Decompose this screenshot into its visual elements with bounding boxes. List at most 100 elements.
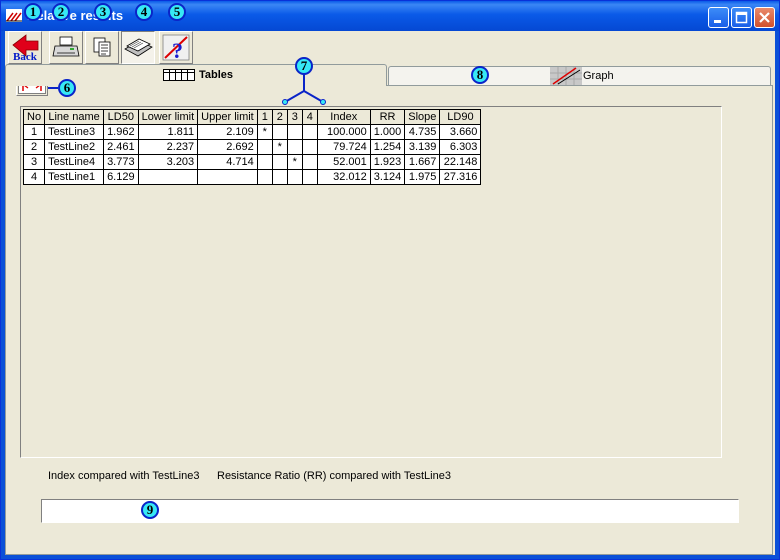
cell-line-name: TestLine2 (44, 139, 105, 155)
cell-group-4 (301, 124, 318, 140)
app-icon (6, 9, 22, 22)
cell-line-name: TestLine3 (44, 124, 105, 140)
cell-lower-limit (137, 169, 199, 185)
cell-rr: 1.254 (369, 139, 406, 155)
cell-line-name: TestLine1 (44, 169, 105, 185)
cell-lower-limit: 1.811 (137, 124, 199, 140)
cell-group-4 (301, 154, 318, 170)
maximize-icon (735, 11, 748, 24)
cell-no: 1 (22, 124, 46, 140)
col-header-rr[interactable]: RR (369, 109, 406, 125)
col-header-upper-limit[interactable]: Upper limit (197, 109, 258, 125)
callout-leader-6 (48, 87, 58, 89)
cell-index: 32.012 (316, 169, 371, 185)
table-row[interactable]: 3 TestLine4 3.773 3.203 4.714 * 52.001 1… (22, 154, 482, 170)
maximize-button[interactable] (731, 7, 752, 28)
cell-ld50: 1.962 (103, 124, 139, 140)
cell-index: 52.001 (316, 154, 371, 170)
col-header-line-name[interactable]: Line name (44, 109, 105, 125)
cell-slope: 1.975 (404, 169, 441, 185)
cell-group-3 (286, 124, 303, 140)
callout-marker: 5 (168, 3, 186, 21)
cell-no: 3 (22, 154, 46, 170)
callout-marker: 3 (94, 3, 112, 21)
callout-marker: 8 (471, 66, 489, 84)
cell-group-1 (256, 139, 273, 155)
col-header-ld50[interactable]: LD50 (103, 109, 139, 125)
tab-graph[interactable]: Graph (388, 66, 771, 86)
svg-text:?: ? (172, 38, 183, 63)
col-header-3[interactable]: 3 (286, 109, 303, 125)
cell-group-3 (286, 139, 303, 155)
cell-ld90: 27.316 (439, 169, 482, 185)
tab-graph-label: Graph (583, 70, 614, 82)
callout-marker: 7 (295, 57, 313, 75)
table-row[interactable]: 1 TestLine3 1.962 1.811 2.109 * 100.000 … (22, 124, 482, 140)
callout-marker: 6 (58, 79, 76, 97)
cell-ld50: 2.461 (103, 139, 139, 155)
minimize-button[interactable] (708, 7, 729, 28)
cell-slope: 3.139 (404, 139, 441, 155)
cell-no: 2 (22, 139, 46, 155)
cell-no: 4 (22, 169, 46, 185)
callout-marker: 9 (141, 501, 159, 519)
tables-panel: No Line name LD50 Lower limit Upper limi… (5, 74, 773, 555)
col-header-index[interactable]: Index (316, 109, 371, 125)
rr-note: Resistance Ratio (RR) compared with Test… (217, 470, 451, 482)
col-header-4[interactable]: 4 (301, 109, 318, 125)
cell-ld90: 22.148 (439, 154, 482, 170)
graph-icon (550, 67, 582, 85)
client-area: Back ? Tables Graph No Line name LD50 Lo… (5, 31, 775, 555)
cell-group-2 (271, 124, 288, 140)
cell-group-3 (286, 169, 303, 185)
save-button[interactable] (121, 31, 155, 64)
callout-leader-7 (282, 74, 326, 105)
index-note: Index compared with TestLine3 (48, 470, 200, 482)
cell-upper-limit (197, 169, 258, 185)
table-icon (163, 69, 195, 81)
cell-index: 100.000 (316, 124, 371, 140)
cell-ld50: 3.773 (103, 154, 139, 170)
cell-group-2: * (271, 139, 288, 155)
cell-line-name: TestLine4 (44, 154, 105, 170)
copy-button[interactable] (85, 31, 119, 64)
cell-lower-limit: 2.237 (137, 139, 199, 155)
col-header-slope[interactable]: Slope (404, 109, 441, 125)
cell-group-1 (256, 154, 273, 170)
callout-marker: 1 (24, 3, 42, 21)
app-window: Relative results Back ? Tables Graph No … (0, 0, 780, 560)
table-header-row: No Line name LD50 Lower limit Upper limi… (22, 109, 482, 125)
callout-marker: 4 (135, 3, 153, 21)
col-header-ld90[interactable]: LD90 (439, 109, 482, 125)
table-row[interactable]: 4 TestLine1 6.129 32.012 3.124 1.975 27.… (22, 169, 482, 185)
copy-icon (93, 37, 111, 57)
cell-rr: 3.124 (369, 169, 406, 185)
col-header-2[interactable]: 2 (271, 109, 288, 125)
col-header-1[interactable]: 1 (256, 109, 273, 125)
table-row[interactable]: 2 TestLine2 2.461 2.237 2.692 * 79.724 1… (22, 139, 482, 155)
cell-group-4 (301, 139, 318, 155)
cell-upper-limit: 4.714 (197, 154, 258, 170)
results-grid[interactable]: No Line name LD50 Lower limit Upper limi… (20, 106, 722, 458)
cell-rr: 1.000 (369, 124, 406, 140)
col-header-no[interactable]: No (22, 109, 46, 125)
cell-index: 79.724 (316, 139, 371, 155)
back-label: Back (13, 51, 37, 63)
print-button[interactable] (49, 31, 83, 64)
col-header-lower-limit[interactable]: Lower limit (137, 109, 199, 125)
callout-marker: 2 (52, 3, 70, 21)
close-icon (759, 12, 770, 23)
cell-group-3: * (286, 154, 303, 170)
cell-upper-limit: 2.692 (197, 139, 258, 155)
cell-ld50: 6.129 (103, 169, 139, 185)
cell-lower-limit: 3.203 (137, 154, 199, 170)
help-button[interactable]: ? (159, 31, 193, 64)
save-icon (124, 38, 153, 57)
results-table: No Line name LD50 Lower limit Upper limi… (22, 109, 482, 185)
back-button[interactable]: Back (8, 31, 42, 64)
cell-group-2 (271, 169, 288, 185)
title-bar[interactable]: Relative results (1, 1, 779, 31)
close-button[interactable] (754, 7, 775, 28)
cell-slope: 1.667 (404, 154, 441, 170)
cell-group-2 (271, 154, 288, 170)
